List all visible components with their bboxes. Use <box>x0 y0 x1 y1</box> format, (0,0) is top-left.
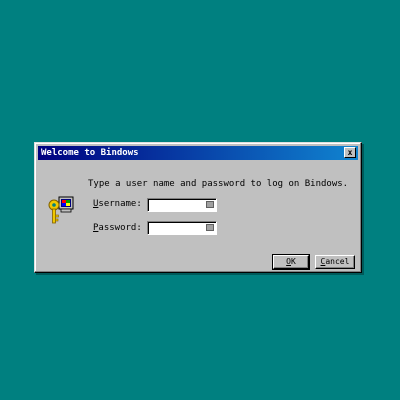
keyboard-icon[interactable] <box>206 224 214 231</box>
password-label: Password: <box>93 223 142 233</box>
keyboard-icon[interactable] <box>206 201 214 208</box>
password-field[interactable] <box>147 221 217 241</box>
login-prompt: Type a user name and password to log on … <box>88 179 349 189</box>
username-row: Username: <box>93 199 145 209</box>
username-field[interactable] <box>147 198 217 218</box>
username-label: Username: <box>93 199 142 209</box>
dialog-title: Welcome to Bindows <box>41 148 139 158</box>
close-button[interactable]: x <box>344 147 356 158</box>
cancel-button[interactable]: Cancel <box>315 255 355 269</box>
password-input[interactable] <box>148 228 210 241</box>
password-row: Password: <box>93 223 145 233</box>
key-computer-icon <box>48 196 74 224</box>
login-dialog: Welcome to Bindows x Type a user name an… <box>34 142 362 273</box>
ok-button[interactable]: OK <box>272 254 310 270</box>
username-input[interactable] <box>148 205 210 218</box>
title-bar[interactable]: Welcome to Bindows x <box>38 146 358 160</box>
